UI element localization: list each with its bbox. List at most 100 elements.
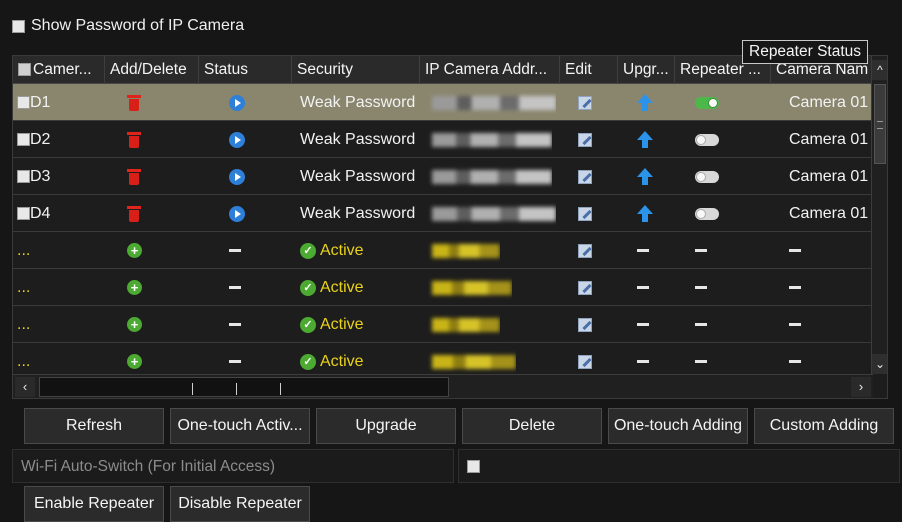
edit-icon[interactable]	[578, 243, 592, 258]
repeater-toggle[interactable]	[695, 133, 719, 146]
edit-icon[interactable]	[578, 206, 592, 221]
table-row[interactable]: D1 Weak Password Camera 01	[13, 84, 873, 121]
upgrade-cell	[623, 84, 653, 121]
delete-icon[interactable]	[127, 205, 141, 222]
security-cell: ✓ Active	[296, 269, 364, 306]
edit-cell	[566, 232, 592, 269]
play-icon[interactable]	[229, 205, 245, 222]
header-add-delete[interactable]: Add/Delete	[105, 56, 199, 84]
show-password-checkbox[interactable]	[12, 19, 25, 33]
add-delete-cell	[109, 195, 141, 232]
delete-button[interactable]: Delete	[462, 408, 602, 444]
camera-name-cell	[775, 269, 801, 306]
table-row[interactable]: D3 Weak Password Camera 01	[13, 158, 873, 195]
edit-icon[interactable]	[578, 95, 592, 110]
dash-icon	[695, 360, 707, 364]
row-checkbox[interactable]	[17, 170, 30, 184]
select-all-checkbox[interactable]	[18, 63, 31, 77]
dash-icon	[637, 360, 649, 364]
table-row[interactable]: ... + ✓ Active	[13, 269, 873, 306]
disable-repeater-button[interactable]: Disable Repeater	[170, 486, 310, 522]
edit-icon[interactable]	[578, 132, 592, 147]
upgrade-icon[interactable]	[637, 130, 653, 149]
repeater-toggle[interactable]	[695, 207, 719, 220]
table-row[interactable]: ... + ✓ Active	[13, 343, 873, 374]
repeater-cell	[681, 269, 707, 306]
delete-icon[interactable]	[127, 168, 141, 185]
table-row[interactable]: ... + ✓ Active	[13, 232, 873, 269]
upgrade-cell	[623, 121, 653, 158]
repeater-toggle[interactable]	[695, 170, 719, 183]
refresh-button[interactable]: Refresh	[24, 408, 164, 444]
add-icon[interactable]: +	[127, 354, 142, 370]
upgrade-icon[interactable]	[637, 93, 653, 112]
delete-icon[interactable]	[127, 94, 141, 111]
edit-icon[interactable]	[578, 280, 592, 295]
repeater-cell	[681, 195, 719, 232]
camera-name-cell: Camera 01	[775, 121, 868, 158]
security-label: Weak Password	[300, 205, 416, 222]
header-security[interactable]: Security	[292, 56, 420, 84]
play-icon[interactable]	[229, 131, 245, 148]
upgrade-button[interactable]: Upgrade	[316, 408, 456, 444]
header-edit[interactable]: Edit	[560, 56, 618, 84]
status-cell	[203, 158, 245, 195]
row-checkbox[interactable]	[17, 207, 30, 221]
upgrade-icon[interactable]	[637, 167, 653, 186]
horizontal-scroll-thumb[interactable]	[39, 377, 449, 397]
header-camera[interactable]: Camer...	[13, 56, 105, 84]
edit-icon[interactable]	[578, 169, 592, 184]
edit-icon[interactable]	[578, 317, 592, 332]
table-row[interactable]: D2 Weak Password Camera 01	[13, 121, 873, 158]
edit-icon[interactable]	[578, 354, 592, 369]
one-touch-adding-button[interactable]: One-touch Adding	[608, 408, 748, 444]
header-upgrade[interactable]: Upgr...	[618, 56, 675, 84]
delete-icon[interactable]	[127, 131, 141, 148]
camera-channel-cell: D3	[13, 158, 50, 195]
ip-address-cell	[424, 195, 556, 232]
edit-cell	[566, 195, 592, 232]
row-checkbox[interactable]	[17, 96, 30, 110]
show-password-row[interactable]: Show Password of IP Camera	[12, 14, 244, 38]
horizontal-scrollbar[interactable]: ‹ ›	[13, 374, 873, 398]
camera-name-cell	[775, 232, 801, 269]
add-icon[interactable]: +	[127, 280, 142, 296]
camera-name-cell: Camera 01	[775, 84, 868, 121]
upgrade-icon[interactable]	[637, 204, 653, 223]
add-delete-cell: +	[109, 269, 142, 306]
add-icon[interactable]: +	[127, 243, 142, 259]
scroll-down-icon[interactable]: ⌄	[872, 354, 887, 374]
header-status[interactable]: Status	[199, 56, 292, 84]
repeater-buttons-row: Enable Repeater Disable Repeater	[24, 486, 310, 522]
scroll-left-icon[interactable]: ‹	[15, 377, 35, 397]
table-row[interactable]: D4 Weak Password Camera 01	[13, 195, 873, 232]
add-delete-cell: +	[109, 306, 142, 343]
add-icon[interactable]: +	[127, 317, 142, 333]
repeater-toggle[interactable]	[695, 96, 719, 109]
edit-cell	[566, 306, 592, 343]
security-cell: Weak Password	[296, 195, 415, 232]
status-cell	[203, 84, 245, 121]
blurred-ip-address	[432, 132, 552, 147]
header-ip-address[interactable]: IP Camera Addr...	[420, 56, 560, 84]
scroll-up-icon[interactable]: ^	[872, 60, 887, 80]
blurred-ip-address	[432, 95, 556, 110]
one-touch-activate-button[interactable]: One-touch Activ...	[170, 408, 310, 444]
wifi-auto-switch-checkbox[interactable]	[467, 460, 480, 473]
camera-channel-label: ...	[17, 279, 31, 296]
camera-channel-cell: D4	[13, 195, 50, 232]
camera-name-label: Camera 01	[789, 205, 869, 222]
play-icon[interactable]	[229, 168, 245, 185]
vertical-scroll-thumb[interactable]	[874, 84, 886, 164]
enable-repeater-button[interactable]: Enable Repeater	[24, 486, 164, 522]
security-cell: Weak Password	[296, 158, 415, 195]
play-icon[interactable]	[229, 94, 245, 111]
dash-icon	[229, 323, 241, 327]
custom-adding-button[interactable]: Custom Adding	[754, 408, 894, 444]
table-row[interactable]: ... + ✓ Active	[13, 306, 873, 343]
camera-channel-cell: D1	[13, 84, 50, 121]
scroll-right-icon[interactable]: ›	[851, 377, 871, 397]
row-checkbox[interactable]	[17, 133, 30, 147]
camera-name-label: Camera 01	[789, 168, 869, 185]
vertical-scrollbar[interactable]: ^ ⌄	[871, 56, 887, 374]
